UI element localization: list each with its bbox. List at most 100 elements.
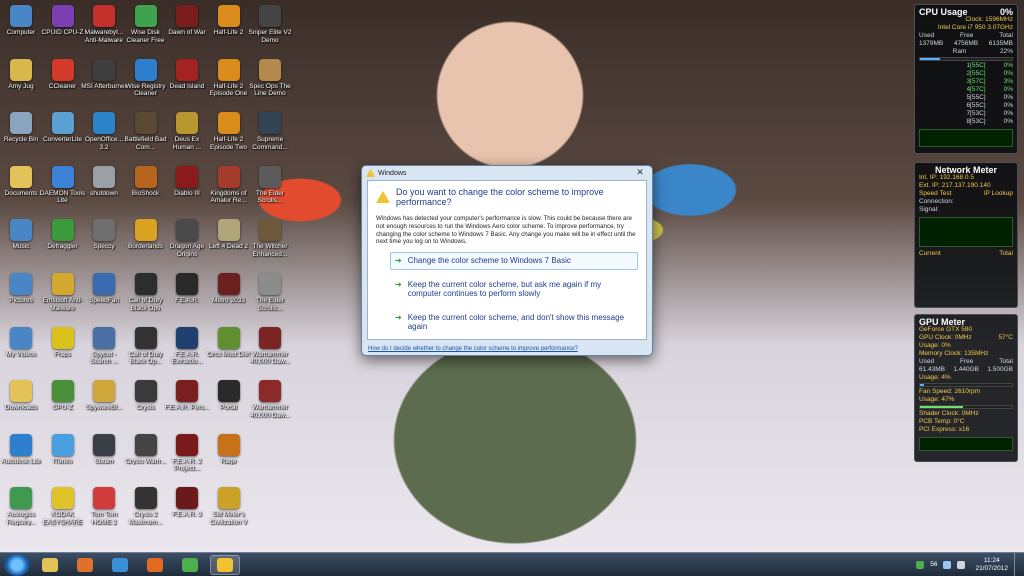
desktop-icon[interactable]: iTunes: [43, 433, 83, 466]
desktop-icon[interactable]: My Videos: [1, 326, 41, 359]
desktop-icon[interactable]: Fraps: [43, 326, 83, 359]
desktop-icon[interactable]: Autodesk Lite: [1, 433, 41, 466]
app-icon: [217, 326, 240, 349]
desktop-icon[interactable]: Half-Life 2 Episode Two: [209, 112, 249, 151]
desktop-icon[interactable]: BioShock: [126, 165, 166, 198]
desktop-icon[interactable]: F.E.A.R. 3: [167, 487, 207, 519]
desktop-icon[interactable]: Metro 2033: [209, 273, 249, 305]
desktop-icon[interactable]: Call of Duty Black Op...: [126, 326, 166, 366]
desktop-icon[interactable]: Steam: [84, 433, 124, 466]
desktop-icon[interactable]: OpenOffice... 3.2: [84, 112, 124, 151]
desktop-icon[interactable]: F.E.A.R. Extractio...: [167, 326, 207, 366]
ram-label: Ram: [952, 48, 967, 55]
desktop-icon[interactable]: GPU-Z: [43, 380, 83, 412]
desktop-icon[interactable]: Half-Life 2 Episode One: [209, 58, 249, 98]
desktop-icon[interactable]: Sid Meier's Civilization V: [209, 487, 249, 526]
app-icon: [134, 487, 157, 510]
cpu-mem-values: 1379MB 4756MB 6135MB: [919, 40, 1013, 48]
desktop-icon[interactable]: Rage: [209, 433, 249, 466]
speed-test-link[interactable]: Speed Test: [919, 190, 951, 198]
option-keep-dont-show[interactable]: ➔ Keep the current color scheme, and don…: [390, 309, 638, 336]
clock[interactable]: 11:24 21/07/2012: [975, 557, 1008, 573]
taskbar-internet-explorer-button[interactable]: [105, 555, 135, 575]
desktop-icon[interactable]: KODAK EASYSHARE Home Center: [43, 487, 83, 527]
desktop-icon[interactable]: Battlefield Bad Com...: [125, 112, 166, 151]
desktop-icon[interactable]: Emsisoft Anti-Malware: [43, 273, 83, 312]
desktop-icon[interactable]: Amy Jug: [1, 58, 41, 91]
taskbar-warning-button[interactable]: [210, 554, 240, 575]
desktop-icon[interactable]: Dragon Age Origins: [167, 219, 207, 258]
network-meter-gadget[interactable]: Network Meter Int. IP: 192.168.0.5 Ext. …: [914, 162, 1018, 308]
desktop-icon[interactable]: Deus Ex Human ...: [167, 112, 207, 151]
desktop-icon[interactable]: Crysis: [126, 380, 166, 412]
desktop-icon[interactable]: Crysis 2 Maximum...: [126, 487, 166, 526]
warning-icon: [217, 557, 233, 572]
desktop-icon[interactable]: Downloads: [1, 380, 41, 412]
gpu-meter-gadget[interactable]: GPU Meter GeForce GTX 580 GPU Clock: 0MH…: [914, 314, 1018, 462]
option-change-to-basic[interactable]: ➔ Change the color scheme to Windows 7 B…: [390, 252, 638, 270]
desktop-icon[interactable]: shutdown: [84, 165, 124, 198]
desktop-icon[interactable]: Left 4 Dead 2: [209, 219, 249, 251]
desktop-icon[interactable]: Supreme Command...: [250, 112, 290, 151]
dialog-titlebar[interactable]: Windows: [362, 166, 652, 180]
desktop-icon[interactable]: DAEMON Tools Lite: [40, 165, 85, 205]
desktop-icon[interactable]: Music: [1, 219, 41, 251]
desktop-icon[interactable]: F.E.A.R. Pers...: [165, 380, 209, 412]
desktop-icon[interactable]: Orcs Must Die!: [207, 326, 250, 359]
desktop-icon[interactable]: Speccy: [84, 219, 124, 251]
desktop-icon[interactable]: Half-Life 2: [209, 5, 249, 37]
option-keep-ask-again[interactable]: ➔ Keep the current color scheme, but ask…: [390, 276, 638, 303]
desktop-icon[interactable]: Warhammer 40,000 Daw...: [250, 326, 290, 366]
volume-icon[interactable]: [957, 560, 966, 569]
help-link[interactable]: How do I decide whether to change the co…: [368, 346, 578, 352]
color-scheme-dialog[interactable]: Windows ✕ Do you want to change the colo…: [361, 165, 653, 356]
desktop-icon[interactable]: SpywareBl...: [84, 380, 124, 412]
ip-lookup-link[interactable]: IP Lookup: [984, 190, 1013, 198]
desktop-icon[interactable]: Auslogics Registry...: [1, 487, 41, 526]
show-desktop-button[interactable]: [1014, 552, 1024, 576]
taskbar-firefox-button[interactable]: [140, 555, 170, 575]
taskbar-media-player-button[interactable]: [70, 555, 100, 575]
desktop-icon[interactable]: MSI Afterburner: [81, 58, 127, 91]
cpu-usage-gadget[interactable]: CPU Usage 0% Clock: 1596MHz Intel Core i…: [914, 4, 1018, 154]
desktop-icon[interactable]: Borderlands: [126, 219, 166, 251]
desktop-icon[interactable]: Defraggler: [43, 219, 83, 251]
desktop-icon[interactable]: Portal: [209, 380, 249, 412]
desktop-icon[interactable]: ConverterLite: [43, 112, 83, 144]
desktop-icon[interactable]: F.E.A.R.: [167, 273, 207, 305]
desktop-icon[interactable]: The Witcher Enhanced...: [250, 219, 290, 258]
desktop-icon[interactable]: Pictures: [1, 273, 41, 305]
desktop-icon[interactable]: CCleaner: [43, 58, 83, 91]
desktop-icon[interactable]: The Elder Scrolls...: [250, 273, 290, 312]
core-value: 3%: [1003, 78, 1013, 85]
desktop-icon[interactable]: Spec Ops The Line Demo: [249, 58, 291, 98]
taskbar-explorer-button[interactable]: [35, 555, 65, 575]
desktop-icon[interactable]: Wise Registry Cleaner: [125, 58, 166, 98]
desktop-icon[interactable]: Recycle Bin: [1, 112, 41, 144]
desktop-icon[interactable]: Tom Tom HOME 2: [84, 487, 124, 526]
desktop-icon[interactable]: Documents: [1, 165, 41, 198]
desktop-icon[interactable]: Call of Duty Black Ops: [126, 273, 166, 312]
desktop-icon[interactable]: Malwarebyt... Anti-Malware: [84, 5, 124, 44]
desktop-icon[interactable]: Warhammer 40,000 Daw...: [250, 380, 290, 419]
taskbar-chrome-button[interactable]: [175, 555, 205, 575]
desktop-icon[interactable]: F.E.A.R. 2 Project...: [167, 433, 207, 473]
network-icon[interactable]: [943, 560, 952, 569]
desktop-icon[interactable]: Crysis Warh...: [125, 433, 166, 466]
desktop-icon[interactable]: Computer: [1, 5, 41, 37]
desktop-icon[interactable]: The Elder Scrolls...: [250, 165, 290, 205]
desktop-icon[interactable]: Dawn of War: [167, 5, 207, 37]
tray-up-icon[interactable]: [916, 560, 925, 569]
desktop-icon[interactable]: CPUID CPU-Z: [42, 5, 83, 37]
desktop-icon[interactable]: Sniper Elite V2 Demo: [249, 5, 292, 44]
desktop-icon[interactable]: Diablo III: [167, 165, 207, 198]
desktop-icon-label: The Witcher Enhanced...: [252, 243, 288, 258]
app-icon: [10, 326, 32, 349]
start-button[interactable]: [4, 553, 30, 576]
desktop-icon[interactable]: Spybot - Search ...: [84, 326, 124, 366]
close-button[interactable]: ✕: [634, 167, 646, 178]
desktop-icon[interactable]: Dead Island: [167, 58, 207, 91]
desktop-icon[interactable]: Wise Disk Cleaner Free: [126, 5, 166, 44]
desktop-icon[interactable]: SpeedFan: [84, 273, 124, 305]
desktop-icon[interactable]: Kingdoms of Amalur Re...: [209, 165, 249, 205]
